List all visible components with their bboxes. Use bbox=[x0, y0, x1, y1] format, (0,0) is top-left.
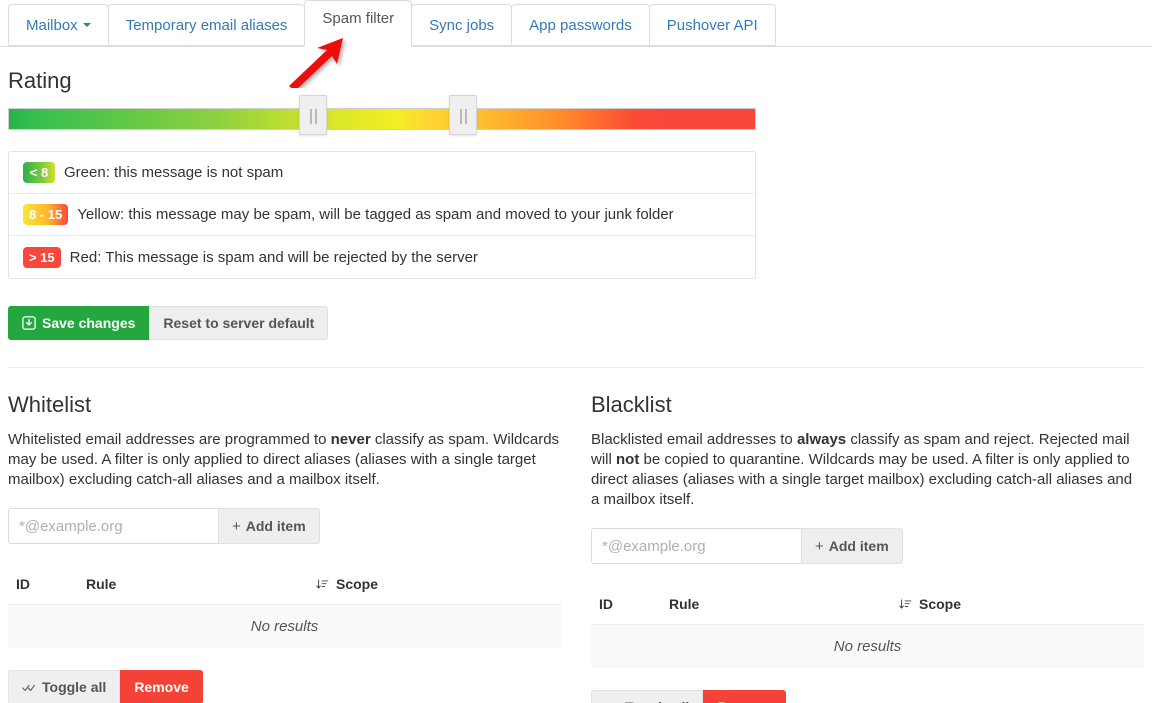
save-icon bbox=[22, 316, 36, 330]
tab-spam-filter-label: Spam filter bbox=[322, 10, 395, 27]
legend-text: Green: this message is not spam bbox=[64, 164, 284, 181]
spam-rating-slider[interactable] bbox=[8, 95, 756, 135]
whitelist-add-label: Add item bbox=[245, 518, 306, 534]
column-header-scope[interactable]: Scope bbox=[891, 590, 1144, 625]
chevron-down-icon bbox=[82, 23, 91, 27]
column-header-rule[interactable]: Rule bbox=[78, 570, 308, 605]
blacklist-add-label: Add item bbox=[828, 538, 889, 554]
blacklist-toggle-all-button[interactable]: Toggle all bbox=[591, 690, 704, 703]
legend-row: > 15 Red: This message is spam and will … bbox=[9, 236, 755, 278]
blacklist-desc-p1: Blacklisted email addresses to bbox=[591, 431, 797, 448]
whitelist-section: Whitelist Whitelisted email addresses ar… bbox=[8, 368, 576, 703]
save-changes-button[interactable]: Save changes bbox=[8, 306, 150, 340]
whitelist-table: ID Rule Scope No results bbox=[8, 570, 561, 648]
whitelist-remove-label: Remove bbox=[134, 679, 189, 695]
sort-descending-icon bbox=[316, 578, 329, 591]
slider-track[interactable] bbox=[8, 108, 756, 130]
blacklist-table: ID Rule Scope No results bbox=[591, 590, 1144, 668]
whitelist-actions: Toggle all Remove bbox=[8, 670, 561, 703]
blacklist-title: Blacklist bbox=[591, 392, 672, 417]
blacklist-remove-button[interactable]: Remove bbox=[703, 690, 786, 703]
column-header-scope-label: Scope bbox=[919, 596, 962, 612]
blacklist-rule-input[interactable] bbox=[591, 528, 801, 564]
reset-to-server-default-button[interactable]: Reset to server default bbox=[149, 306, 329, 340]
whitelist-desc-bold: never bbox=[330, 431, 371, 448]
whitelist-title: Whitelist bbox=[8, 392, 92, 417]
whitelist-add-item-button[interactable]: + Add item bbox=[218, 508, 320, 544]
tab-sync-jobs[interactable]: Sync jobs bbox=[411, 4, 513, 46]
blacklist-add-group: + Add item bbox=[591, 528, 1144, 564]
tab-temporary-email-aliases-label: Temporary email aliases bbox=[125, 16, 288, 34]
plus-icon: + bbox=[232, 517, 241, 535]
legend-text: Yellow: this message may be spam, will b… bbox=[77, 206, 674, 223]
column-header-id[interactable]: ID bbox=[8, 570, 78, 605]
whitelist-rule-input[interactable] bbox=[8, 508, 218, 544]
whitelist-toggle-all-button[interactable]: Toggle all bbox=[8, 670, 121, 703]
legend-row: < 8 Green: this message is not spam bbox=[9, 152, 755, 194]
status-badge: 8 - 15 bbox=[23, 204, 69, 225]
status-badge: < 8 bbox=[23, 162, 55, 183]
legend-row: 8 - 15 Yellow: this message may be spam,… bbox=[9, 194, 755, 236]
page-content: Rating < 8 Green: this message is not sp… bbox=[0, 70, 1152, 703]
table-header-row: ID Rule Scope bbox=[591, 590, 1144, 625]
list-columns: Whitelist Whitelisted email addresses ar… bbox=[8, 368, 1144, 703]
tab-sync-jobs-label: Sync jobs bbox=[429, 16, 495, 34]
table-header-row: ID Rule Scope bbox=[8, 570, 561, 605]
status-badge: > 15 bbox=[23, 246, 61, 268]
tab-mailbox-label: Mailbox bbox=[26, 16, 78, 34]
tab-mailbox[interactable]: Mailbox bbox=[8, 4, 109, 46]
column-header-rule[interactable]: Rule bbox=[661, 590, 891, 625]
whitelist-toggle-label: Toggle all bbox=[42, 679, 107, 695]
plus-icon: + bbox=[815, 537, 824, 555]
blacklist-add-item-button[interactable]: + Add item bbox=[801, 528, 903, 564]
table-row: No results bbox=[8, 604, 561, 648]
tab-temporary-email-aliases[interactable]: Temporary email aliases bbox=[107, 4, 306, 46]
tab-spam-filter[interactable]: Spam filter bbox=[304, 0, 413, 47]
whitelist-remove-button[interactable]: Remove bbox=[120, 670, 203, 703]
whitelist-desc-p1: Whitelisted email addresses are programm… bbox=[8, 431, 331, 448]
whitelist-description: Whitelisted email addresses are programm… bbox=[8, 430, 561, 490]
blacklist-desc-p3: be copied to quarantine. Wildcards may b… bbox=[591, 451, 1133, 508]
table-row: No results bbox=[591, 624, 1144, 668]
tab-pushover-api-label: Pushover API bbox=[666, 16, 758, 34]
high-threshold-handle[interactable] bbox=[449, 95, 477, 135]
blacklist-desc-bold2: not bbox=[616, 451, 640, 468]
rating-legend: < 8 Green: this message is not spam 8 - … bbox=[8, 151, 756, 279]
whitelist-add-group: + Add item bbox=[8, 508, 561, 544]
tab-pushover-api[interactable]: Pushover API bbox=[648, 4, 776, 46]
legend-text: Red: This message is spam and will be re… bbox=[69, 248, 478, 266]
tab-app-passwords-label: App passwords bbox=[529, 16, 632, 34]
tab-app-passwords[interactable]: App passwords bbox=[511, 4, 650, 46]
blacklist-desc-bold1: always bbox=[796, 431, 847, 448]
reset-label: Reset to server default bbox=[163, 315, 315, 331]
column-header-scope-label: Scope bbox=[336, 576, 379, 592]
sort-descending-icon bbox=[899, 598, 912, 611]
column-header-id[interactable]: ID bbox=[591, 590, 661, 625]
rating-title: Rating bbox=[8, 68, 72, 93]
low-threshold-handle[interactable] bbox=[299, 95, 327, 135]
double-check-icon bbox=[22, 682, 36, 693]
column-header-scope[interactable]: Scope bbox=[308, 570, 561, 605]
blacklist-empty-message: No results bbox=[591, 624, 1144, 668]
tab-bar: Mailbox Temporary email aliases Spam fil… bbox=[0, 0, 1152, 88]
blacklist-section: Blacklist Blacklisted email addresses to… bbox=[576, 368, 1144, 703]
rating-actions: Save changes Reset to server default bbox=[8, 306, 1144, 340]
blacklist-description: Blacklisted email addresses to always cl… bbox=[591, 430, 1144, 510]
blacklist-actions: Toggle all Remove bbox=[591, 690, 1144, 703]
save-changes-label: Save changes bbox=[42, 315, 136, 331]
whitelist-empty-message: No results bbox=[8, 604, 561, 648]
